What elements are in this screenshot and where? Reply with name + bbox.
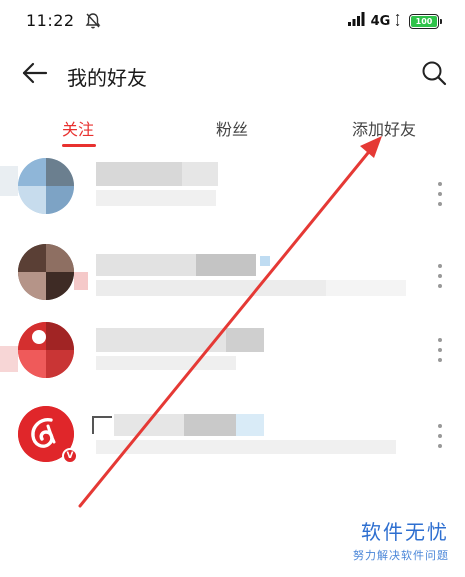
blur-block <box>74 272 88 290</box>
verified-badge-icon: V <box>62 448 78 464</box>
more-options-button[interactable] <box>435 338 445 362</box>
signal-icon <box>347 11 367 31</box>
blur-block <box>92 416 112 434</box>
avatar <box>18 158 74 214</box>
more-options-button[interactable] <box>435 424 445 448</box>
dot-icon <box>438 274 442 278</box>
blur-block <box>326 280 406 296</box>
blur-block <box>260 256 270 266</box>
blur-block <box>182 162 218 186</box>
list-item[interactable] <box>0 316 465 398</box>
tab-add-friend[interactable]: 添加好友 <box>352 116 416 140</box>
dot-icon <box>438 264 442 268</box>
dot-icon <box>438 434 442 438</box>
dot-icon <box>438 348 442 352</box>
dot-icon <box>438 284 442 288</box>
blur-block <box>184 414 236 436</box>
name-placeholder <box>96 328 226 352</box>
blur-block <box>0 346 18 372</box>
list-item[interactable] <box>0 234 465 316</box>
status-time: 11:22 <box>26 11 75 30</box>
dot-icon <box>438 424 442 428</box>
avatar <box>18 244 74 300</box>
app-header: 我的好友 <box>0 50 465 100</box>
dot-icon <box>438 182 442 186</box>
name-placeholder <box>96 162 182 186</box>
network-type: 4G <box>370 13 391 29</box>
back-button[interactable] <box>18 58 52 92</box>
subtitle-placeholder <box>96 356 236 370</box>
watermark-subtitle: 努力解决软件问题 <box>353 549 449 562</box>
watermark: 软件无忧 努力解决软件问题 <box>353 516 449 563</box>
tab-bar: 关注 粉丝 添加好友 <box>0 108 465 152</box>
name-placeholder <box>96 254 196 276</box>
tab-fans[interactable]: 粉丝 <box>216 116 248 140</box>
dot-icon <box>438 358 442 362</box>
name-placeholder <box>114 414 184 436</box>
subtitle-placeholder <box>96 280 326 296</box>
more-options-button[interactable] <box>435 182 445 206</box>
search-icon <box>421 60 447 90</box>
more-options-button[interactable] <box>435 264 445 288</box>
subtitle-placeholder <box>96 190 216 206</box>
battery-level: 100 <box>411 15 437 27</box>
battery-icon: 100 <box>409 13 442 29</box>
tab-following[interactable]: 关注 <box>62 116 94 140</box>
blur-block <box>196 254 256 276</box>
watermark-title: 软件无忧 <box>361 520 449 544</box>
blur-block <box>236 414 264 436</box>
list-item[interactable]: V <box>0 398 465 480</box>
blur-block <box>226 328 264 352</box>
blur-block <box>0 166 18 196</box>
list-item[interactable] <box>0 152 465 234</box>
dot-icon <box>438 444 442 448</box>
dot-icon <box>438 192 442 196</box>
active-tab-indicator <box>62 144 96 147</box>
mute-bell-icon <box>85 12 101 34</box>
page-title: 我的好友 <box>67 66 147 90</box>
search-button[interactable] <box>417 58 451 92</box>
dot-icon <box>438 202 442 206</box>
avatar <box>18 322 74 378</box>
friend-list: V <box>0 152 465 480</box>
status-bar: 11:22 4G ↑ ↓ 100 <box>0 0 465 44</box>
dot-icon <box>438 338 442 342</box>
data-arrows-icon: ↑ ↓ <box>394 13 401 28</box>
back-arrow-icon <box>22 62 48 88</box>
subtitle-placeholder <box>96 440 396 454</box>
